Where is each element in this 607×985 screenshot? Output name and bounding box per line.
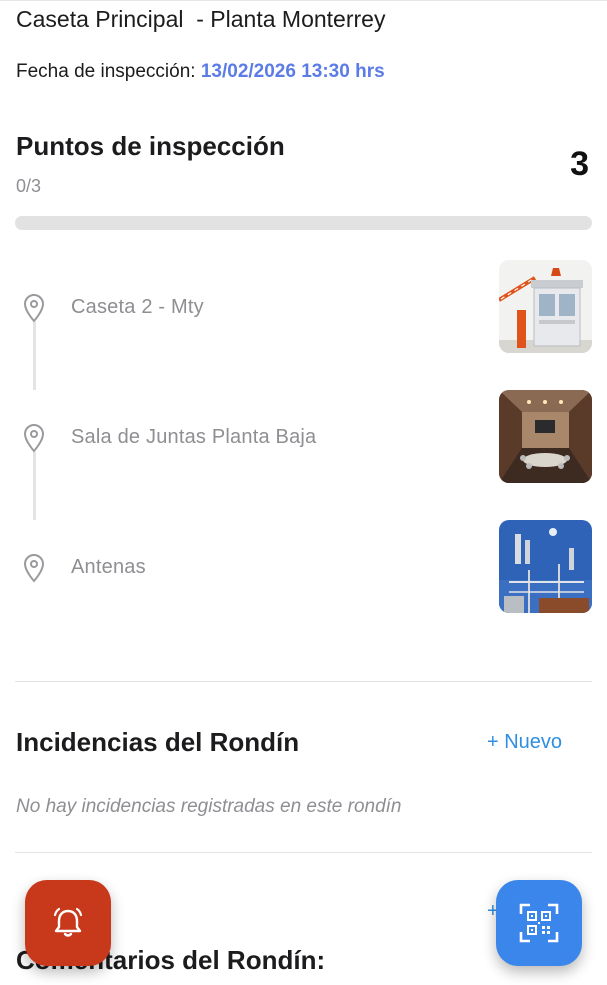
inspection-date: Fecha de inspección: 13/02/2026 13:30 hr… [16,61,385,83]
guard-booth-photo [499,260,592,353]
location-pin-icon [23,424,45,453]
inspection-point-label: Sala de Juntas Planta Baja [71,426,317,448]
new-incident-button[interactable]: + Nuevo [487,731,562,754]
qr-scan-button[interactable] [496,880,582,966]
location-pin-icon [23,294,45,323]
alarm-bell-icon [53,907,83,937]
antennas-photo [499,520,592,613]
progress-count: 0/3 [16,176,42,196]
qr-scan-icon [519,903,559,943]
date-label: Fecha de inspección: [16,61,201,82]
date-value: 13/02/2026 13:30 hrs [200,61,385,82]
meeting-room-photo [499,390,592,483]
inspection-points-heading: Puntos de inspección [16,131,285,161]
timeline-connector [33,322,36,390]
progress-bar [15,216,592,230]
inspection-point-label: Antenas [71,556,146,578]
inspection-point-label: Caseta 2 - Mty [71,296,204,318]
section-divider [15,681,592,682]
page-title: Caseta Principal - Planta Monterrey [16,6,386,32]
top-divider [0,0,607,1]
incidents-empty-message: No hay incidencias registradas en este r… [16,796,402,817]
section-divider [15,852,592,853]
alert-button[interactable] [25,880,111,966]
location-pin-icon [23,554,45,583]
total-points: 3 [570,145,589,183]
incidents-heading: Incidencias del Rondín [16,727,300,757]
timeline-connector [33,452,36,520]
